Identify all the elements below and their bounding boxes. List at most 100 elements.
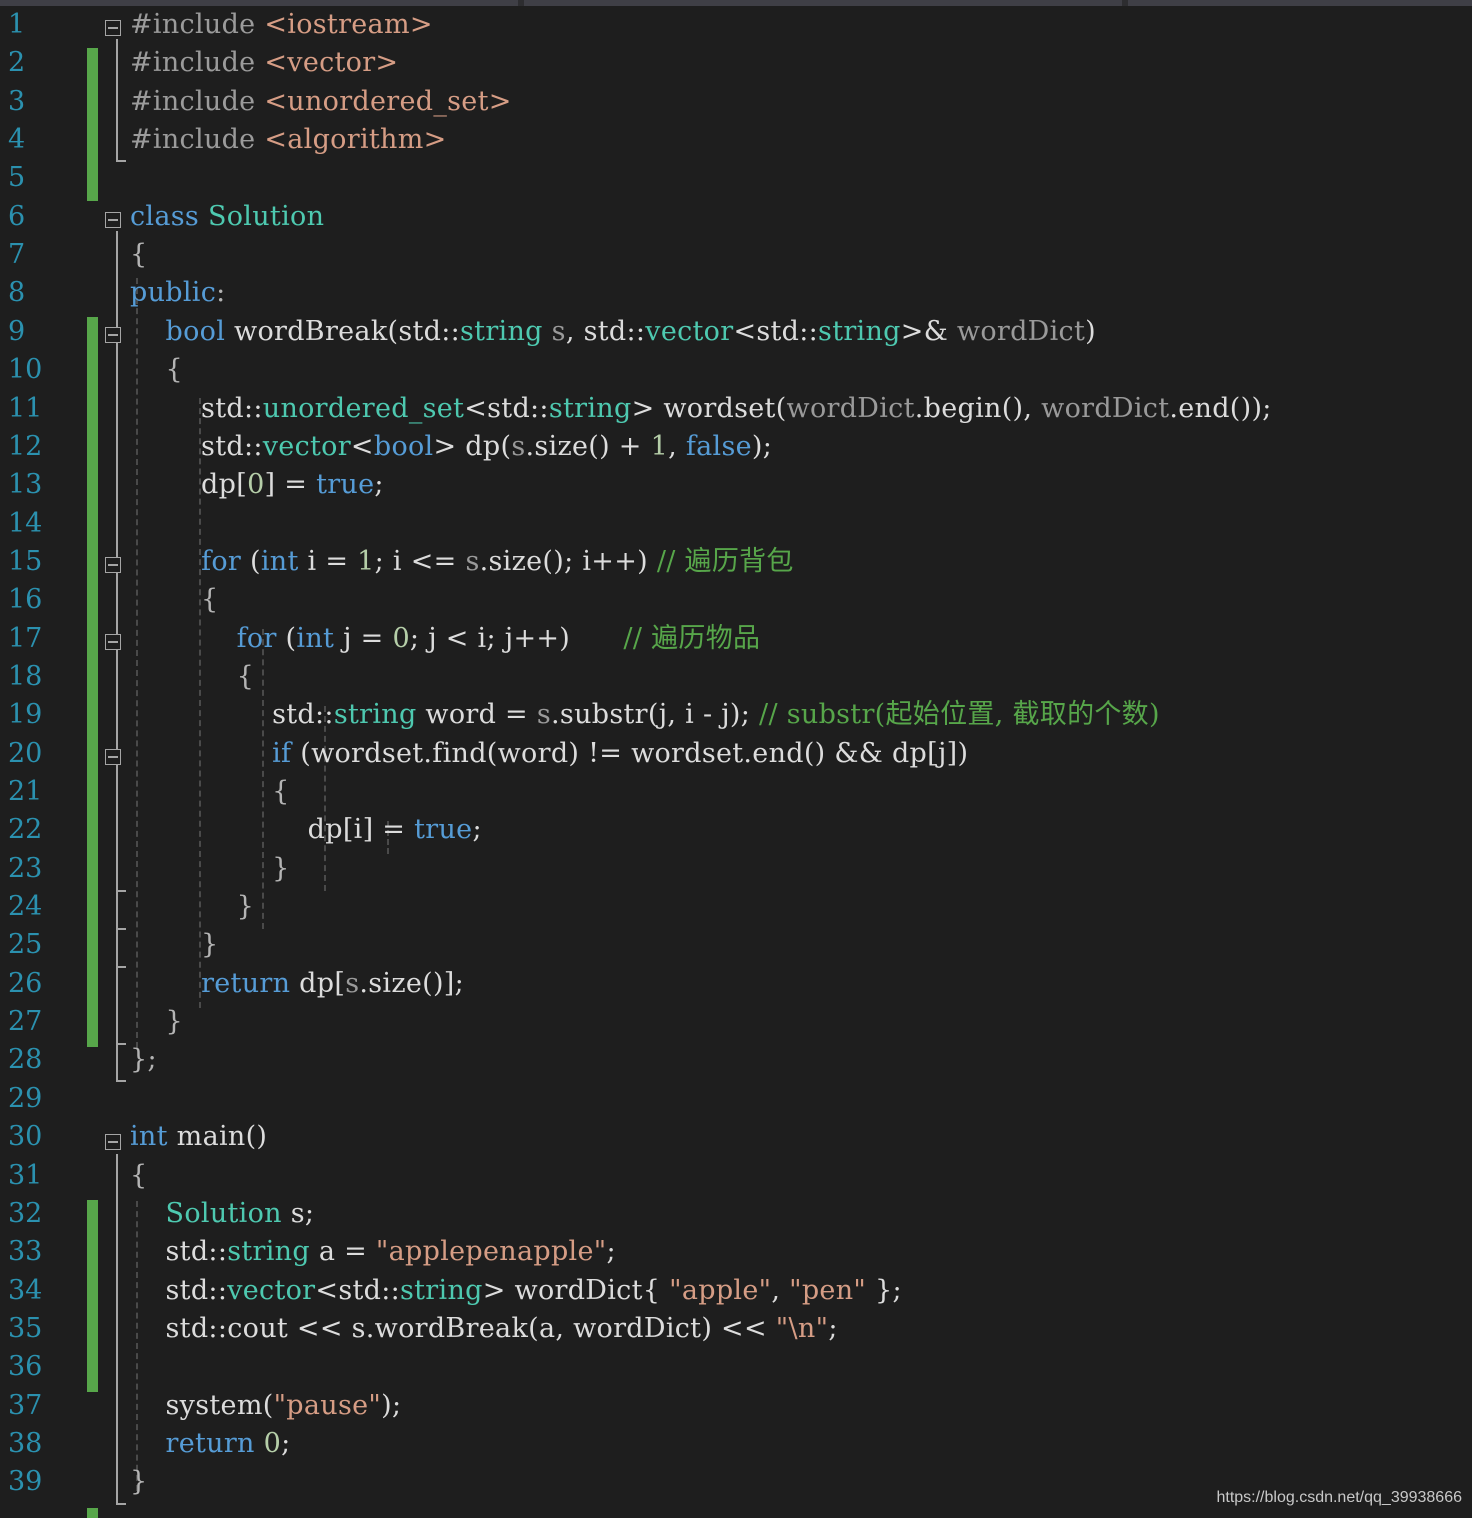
line-number: 20 bbox=[8, 737, 43, 769]
code-line[interactable]: 24 } bbox=[0, 888, 1472, 926]
code-token: word = bbox=[425, 699, 537, 731]
line-number: 11 bbox=[8, 392, 43, 424]
code-text[interactable]: bool wordBreak(std::string s, std::vecto… bbox=[130, 313, 1096, 351]
code-line[interactable]: 4 #include <algorithm> bbox=[0, 121, 1472, 159]
code-line[interactable]: 20 if (wordset.find(word) != wordset.end… bbox=[0, 735, 1472, 773]
code-text[interactable]: std::unordered_set<std::string> wordset(… bbox=[130, 390, 1272, 428]
code-token: vector bbox=[227, 1274, 316, 1306]
code-line[interactable]: 31 { bbox=[0, 1157, 1472, 1195]
code-line[interactable]: 33 std::string a = "applepenapple"; bbox=[0, 1233, 1472, 1271]
code-line[interactable]: 27 } bbox=[0, 1003, 1472, 1041]
code-token: "apple" bbox=[669, 1274, 772, 1306]
line-number: 24 bbox=[8, 891, 43, 923]
code-token: <std:: bbox=[733, 315, 819, 347]
code-text[interactable]: for (int j = 0; j < i; j++) // 遍历物品 bbox=[130, 620, 760, 658]
code-text[interactable]: dp[i] = true; bbox=[130, 811, 482, 849]
code-text[interactable]: class Solution bbox=[130, 198, 324, 236]
line-number: 35 bbox=[8, 1312, 43, 1344]
code-line[interactable]: 35 std::cout << s.wordBreak(a, wordDict)… bbox=[0, 1310, 1472, 1348]
code-token: public bbox=[130, 277, 217, 309]
code-text[interactable]: } bbox=[130, 1463, 147, 1501]
code-text[interactable]: if (wordset.find(word) != wordset.end() … bbox=[130, 735, 968, 773]
code-line[interactable]: 30 int main() bbox=[0, 1118, 1472, 1156]
code-line[interactable]: 7{ bbox=[0, 236, 1472, 274]
code-text[interactable]: std::vector<bool> dp(s.size() + 1, false… bbox=[130, 428, 772, 466]
code-line[interactable]: 32 Solution s; bbox=[0, 1195, 1472, 1233]
code-text[interactable]: { bbox=[130, 658, 254, 696]
code-line[interactable]: 15 for (int i = 1; i <= s.size(); i++) /… bbox=[0, 543, 1472, 581]
code-line[interactable]: 14 bbox=[0, 505, 1472, 543]
code-token: std:: bbox=[130, 699, 334, 731]
code-text[interactable]: std::string word = s.substr(j, i - j); /… bbox=[130, 696, 1160, 734]
code-token: true bbox=[414, 814, 473, 846]
code-line[interactable]: 17 for (int j = 0; j < i; j++) // 遍历物品 bbox=[0, 620, 1472, 658]
code-text[interactable]: { bbox=[130, 236, 147, 274]
code-line[interactable]: 22 dp[i] = true; bbox=[0, 811, 1472, 849]
code-text[interactable]: Solution s; bbox=[130, 1195, 314, 1233]
code-line[interactable]: 18 { bbox=[0, 658, 1472, 696]
code-line[interactable]: 11 std::unordered_set<std::string> words… bbox=[0, 390, 1472, 428]
code-token: ; bbox=[828, 1312, 838, 1344]
code-line[interactable]: 13 dp[0] = true; bbox=[0, 466, 1472, 504]
code-token: int bbox=[296, 622, 344, 654]
code-token: ; j < i; j++) bbox=[409, 622, 624, 654]
code-text[interactable]: } bbox=[130, 888, 254, 926]
code-line[interactable]: 10 { bbox=[0, 351, 1472, 389]
code-line[interactable]: 8 public: bbox=[0, 274, 1472, 312]
code-text[interactable]: #include <unordered_set> bbox=[130, 83, 512, 121]
code-text[interactable]: #include <algorithm> bbox=[130, 121, 447, 159]
code-text[interactable]: for (int i = 1; i <= s.size(); i++) // 遍… bbox=[130, 543, 794, 581]
code-text[interactable]: } bbox=[130, 850, 290, 888]
code-text[interactable]: system("pause"); bbox=[130, 1387, 402, 1425]
code-token: > dp( bbox=[433, 430, 512, 462]
code-line[interactable]: 25 } bbox=[0, 926, 1472, 964]
code-text[interactable]: { bbox=[130, 581, 219, 619]
code-text[interactable]: dp[0] = true; bbox=[130, 466, 384, 504]
code-line[interactable]: 2 #include <vector> bbox=[0, 44, 1472, 82]
code-token: { bbox=[130, 239, 148, 271]
code-line[interactable]: 5 bbox=[0, 159, 1472, 197]
code-token: string bbox=[333, 699, 426, 731]
code-line[interactable]: 34 std::vector<std::string> wordDict{ "a… bbox=[0, 1272, 1472, 1310]
code-text[interactable]: return 0; bbox=[130, 1425, 291, 1463]
code-text[interactable]: return dp[s.size()]; bbox=[130, 965, 464, 1003]
line-number: 21 bbox=[8, 776, 43, 807]
code-text[interactable]: { bbox=[130, 351, 183, 389]
code-token: std:: bbox=[130, 430, 263, 462]
line-number: 23 bbox=[8, 852, 43, 884]
code-text[interactable]: std::cout << s.wordBreak(a, wordDict) <<… bbox=[130, 1310, 838, 1348]
code-token: std:: bbox=[130, 392, 263, 424]
code-line[interactable]: 29 bbox=[0, 1080, 1472, 1118]
code-text[interactable]: int main() bbox=[130, 1118, 267, 1156]
code-line[interactable]: 9 bool wordBreak(std::string s, std::vec… bbox=[0, 313, 1472, 351]
code-text[interactable]: #include <vector> bbox=[130, 44, 398, 82]
code-text[interactable]: }; bbox=[130, 1041, 157, 1079]
code-line[interactable]: 6 class Solution bbox=[0, 198, 1472, 236]
code-text[interactable]: #include <iostream> bbox=[130, 6, 433, 44]
code-line[interactable]: 23 } bbox=[0, 850, 1472, 888]
code-line[interactable]: 26 return dp[s.size()]; bbox=[0, 965, 1472, 1003]
code-line[interactable]: 28}; bbox=[0, 1041, 1472, 1079]
code-line[interactable]: 21 { bbox=[0, 773, 1472, 811]
code-text[interactable]: { bbox=[130, 773, 290, 811]
code-line[interactable]: 37 system("pause"); bbox=[0, 1387, 1472, 1425]
code-text[interactable]: { bbox=[130, 1157, 147, 1195]
code-line[interactable]: 1 #include <iostream> bbox=[0, 6, 1472, 44]
code-line[interactable]: 36 bbox=[0, 1348, 1472, 1386]
line-number: 12 bbox=[8, 430, 43, 462]
code-line[interactable]: 12 std::vector<bool> dp(s.size() + 1, fa… bbox=[0, 428, 1472, 466]
code-line[interactable]: 38 return 0; bbox=[0, 1425, 1472, 1463]
code-line[interactable]: 3 #include <unordered_set> bbox=[0, 83, 1472, 121]
code-text[interactable]: } bbox=[130, 1003, 183, 1041]
code-token: #include bbox=[130, 47, 265, 79]
code-text[interactable]: std::vector<std::string> wordDict{ "appl… bbox=[130, 1272, 902, 1310]
code-editor[interactable]: 1 #include <iostream> 2 #include <vector> 3 #… bbox=[0, 6, 1472, 1518]
code-token: 1 bbox=[357, 545, 375, 577]
code-line[interactable]: 19 std::string word = s.substr(j, i - j)… bbox=[0, 696, 1472, 734]
code-text[interactable]: } bbox=[130, 926, 219, 964]
code-line[interactable]: 16 { bbox=[0, 581, 1472, 619]
code-text[interactable]: public: bbox=[130, 274, 226, 312]
code-token: ; bbox=[606, 1236, 616, 1268]
code-text[interactable]: std::string a = "applepenapple"; bbox=[130, 1233, 616, 1271]
